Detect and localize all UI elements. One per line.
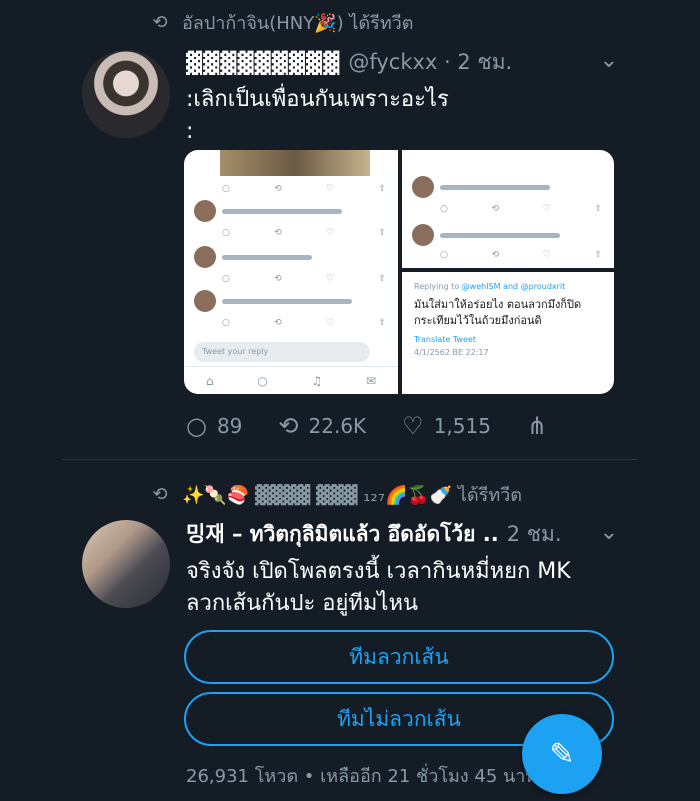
media-screenshot-bottom-right[interactable]: Replying to @wehISM and @proudxrit มันใส… (402, 272, 614, 394)
compose-button[interactable]: ✎ (522, 714, 602, 794)
mini-tweet (194, 290, 388, 312)
mini-actions: ○ ⟲ ♡ ⇧ (222, 228, 386, 238)
mini-actions: ○ ⟲ ♡ ⇧ (222, 274, 386, 284)
tweet-divider (62, 459, 638, 460)
retweet-indicator: ⟲ ✨🍡🍣 ▓▓▓▓ ▓▓▓ ₁₂₇🌈🍒🍼 ได้รีทวีต (148, 480, 522, 509)
tweet-text: :เลิกเป็นเพื่อนกันเพราะอะไร : (186, 84, 449, 148)
mini-actions: ○ ⟲ ♡ ⇧ (222, 184, 386, 194)
retweet-icon: ⟲ (152, 12, 168, 33)
reply-box: Tweet your reply (194, 342, 370, 362)
retweet-indicator: ⟲ อัลปาก้าจิน(HNY🎉) ได้รีทวีต (148, 8, 413, 37)
display-name[interactable]: 밍재 – ทวิตกุลิมิตแล้ว อึดอัดโว้ย .. (186, 518, 499, 551)
handle-time: @fyckxx · 2 ชม. (348, 50, 513, 74)
mini-tweet (412, 176, 604, 198)
food-image (220, 150, 370, 176)
retweet-icon: ⟲ (152, 484, 168, 505)
chevron-down-icon[interactable]: ⌄ (600, 520, 618, 545)
media-right-column: ○ ⟲ ♡ ⇧ ○ ⟲ ♡ ⇧ Replying to @wehISM and @proud… (402, 150, 614, 394)
like-button[interactable]: ♡ 1,515 (402, 412, 491, 440)
tweet-text-line: : (186, 119, 194, 144)
display-name[interactable]: ▓▓▓▓▓▓▓▓▓ (186, 51, 340, 75)
share-icon: ⋔ (526, 412, 548, 440)
poll-meta: 26,931 โหวต • เหลืออีก 21 ชั่วโมง 45 นาท… (186, 766, 538, 787)
tweet-actions: ○ 89 ⟲ 22.6K ♡ 1,515 ⋔ (186, 412, 583, 440)
tweet-media[interactable]: ○ ⟲ ♡ ⇧ ○ ⟲ ♡ ⇧ ○ ⟲ ♡ ⇧ ○ ⟲ ♡ ⇧ Tweet your reply ⌂ ○… (184, 150, 614, 394)
media-screenshot-top-right[interactable]: ○ ⟲ ♡ ⇧ ○ ⟲ ♡ ⇧ (402, 150, 614, 268)
mini-tweet (412, 224, 604, 246)
reply-icon: ○ (186, 412, 207, 440)
chevron-down-icon[interactable]: ⌄ (600, 48, 618, 73)
tweet-header: 밍재 – ทวิตกุลิมิตแล้ว อึดอัดโว้ย .. 2 ชม. (186, 518, 562, 551)
retweet-button[interactable]: ⟲ 22.6K (278, 412, 366, 440)
replying-to: Replying to @wehISM and @proudxrit (414, 282, 566, 291)
mini-actions: ○ ⟲ ♡ ⇧ (222, 318, 386, 328)
avatar[interactable] (82, 50, 170, 138)
tweet-text-line: จริงจัง เปิดโพลตรงนี้ เวลากินหมี่หยก MK (186, 559, 571, 584)
retweeter-label: อัลปาก้าจิน(HNY🎉) ได้รีทวีต (182, 13, 414, 34)
like-count: 1,515 (433, 414, 491, 438)
compose-icon: ✎ (549, 736, 575, 772)
tweet-text-line: :เลิกเป็นเพื่อนกันเพราะอะไร (186, 87, 449, 112)
mail-icon: ✉ (366, 373, 377, 388)
mini-tweet (194, 246, 388, 268)
mini-actions: ○ ⟲ ♡ ⇧ (440, 204, 602, 214)
avatar[interactable] (82, 520, 170, 608)
translate-link: Translate Tweet (414, 335, 476, 344)
media-screenshot-left[interactable]: ○ ⟲ ♡ ⇧ ○ ⟲ ♡ ⇧ ○ ⟲ ♡ ⇧ ○ ⟲ ♡ ⇧ Tweet your reply ⌂ ○… (184, 150, 398, 394)
tweet-text-line: ลวกเส้นกันปะ อยู่ทีมไหน (186, 591, 418, 616)
mini-actions: ○ ⟲ ♡ ⇧ (440, 250, 602, 260)
search-icon: ○ (257, 373, 268, 388)
reply-count: 89 (216, 414, 243, 438)
bell-icon: ♫ (311, 373, 323, 388)
app-bottom-nav: ⌂ ○ ♫ ✉ (184, 366, 398, 394)
tweet-header: ▓▓▓▓▓▓▓▓▓ @fyckxx · 2 ชม. (186, 46, 512, 79)
reply-text: มันใส่มาให้อร่อยไง ตอนลวกมึงก็ปิดกระเทีย… (414, 298, 582, 327)
home-icon: ⌂ (205, 373, 214, 388)
mini-tweet (194, 200, 388, 222)
retweet-icon: ⟲ (278, 412, 299, 440)
reply-date: 4/1/2562 BE 22:17 (414, 348, 489, 357)
poll-option-1[interactable]: ทีมลวกเส้น (184, 630, 614, 684)
reply-button[interactable]: ○ 89 (186, 412, 242, 440)
retweeter-label: ✨🍡🍣 ▓▓▓▓ ▓▓▓ ₁₂₇🌈🍒🍼 ได้รีทวีต (182, 485, 522, 506)
tweet-text: จริงจัง เปิดโพลตรงนี้ เวลากินหมี่หยก MK … (186, 556, 571, 620)
tweet-time: 2 ชม. (506, 522, 562, 546)
retweet-count: 22.6K (308, 414, 367, 438)
share-button[interactable]: ⋔ (527, 412, 547, 440)
heart-icon: ♡ (402, 412, 424, 440)
